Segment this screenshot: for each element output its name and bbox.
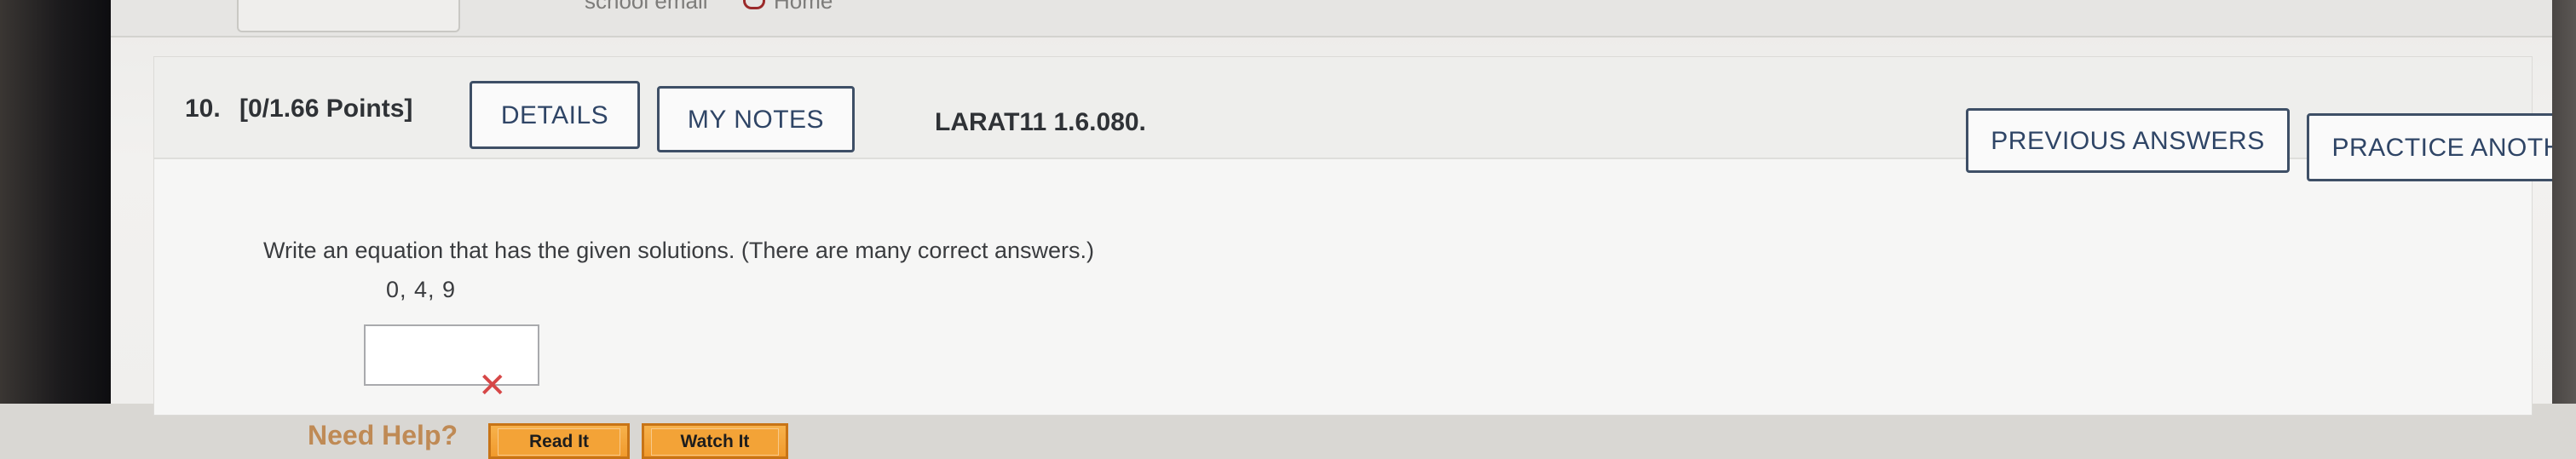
answer-input[interactable] — [364, 324, 539, 386]
question-header: 10. [0/1.66 Points] DETAILS MY NOTES LAR… — [154, 57, 2576, 181]
question-body: Write an equation that has the given sol… — [154, 159, 2532, 459]
read-it-button[interactable]: Read It — [488, 423, 630, 459]
top-nav-home[interactable]: Home — [774, 0, 833, 14]
given-solutions: 0, 4, 9 — [386, 277, 457, 302]
question-instruction: Write an equation that has the given sol… — [263, 238, 1094, 263]
question-panel: 10. [0/1.66 Points] DETAILS MY NOTES LAR… — [153, 56, 2576, 459]
need-help-label: Need Help? — [308, 420, 458, 450]
read-it-label: Read It — [498, 428, 620, 456]
my-notes-button[interactable]: MY NOTES — [657, 86, 855, 152]
top-nav-school-email[interactable]: school email — [585, 0, 708, 14]
question-code: LARAT11 1.6.080. — [935, 108, 1146, 136]
home-icon[interactable] — [743, 0, 765, 9]
monitor-bezel-left — [0, 0, 111, 404]
top-nav-strip: school email Home — [111, 0, 2552, 37]
monitor-bezel-right — [2552, 0, 2576, 404]
top-nav-tab[interactable] — [237, 0, 460, 32]
watch-it-button[interactable]: Watch It — [642, 423, 788, 459]
question-number: 10. — [185, 95, 221, 123]
browser-screen: school email Home 10. [0/1.66 Points] DE… — [111, 0, 2576, 459]
watch-it-label: Watch It — [651, 428, 779, 456]
details-button[interactable]: DETAILS — [470, 81, 640, 149]
question-points: [0/1.66 Points] — [239, 95, 413, 123]
x-mark-icon: ✕ — [478, 367, 507, 404]
